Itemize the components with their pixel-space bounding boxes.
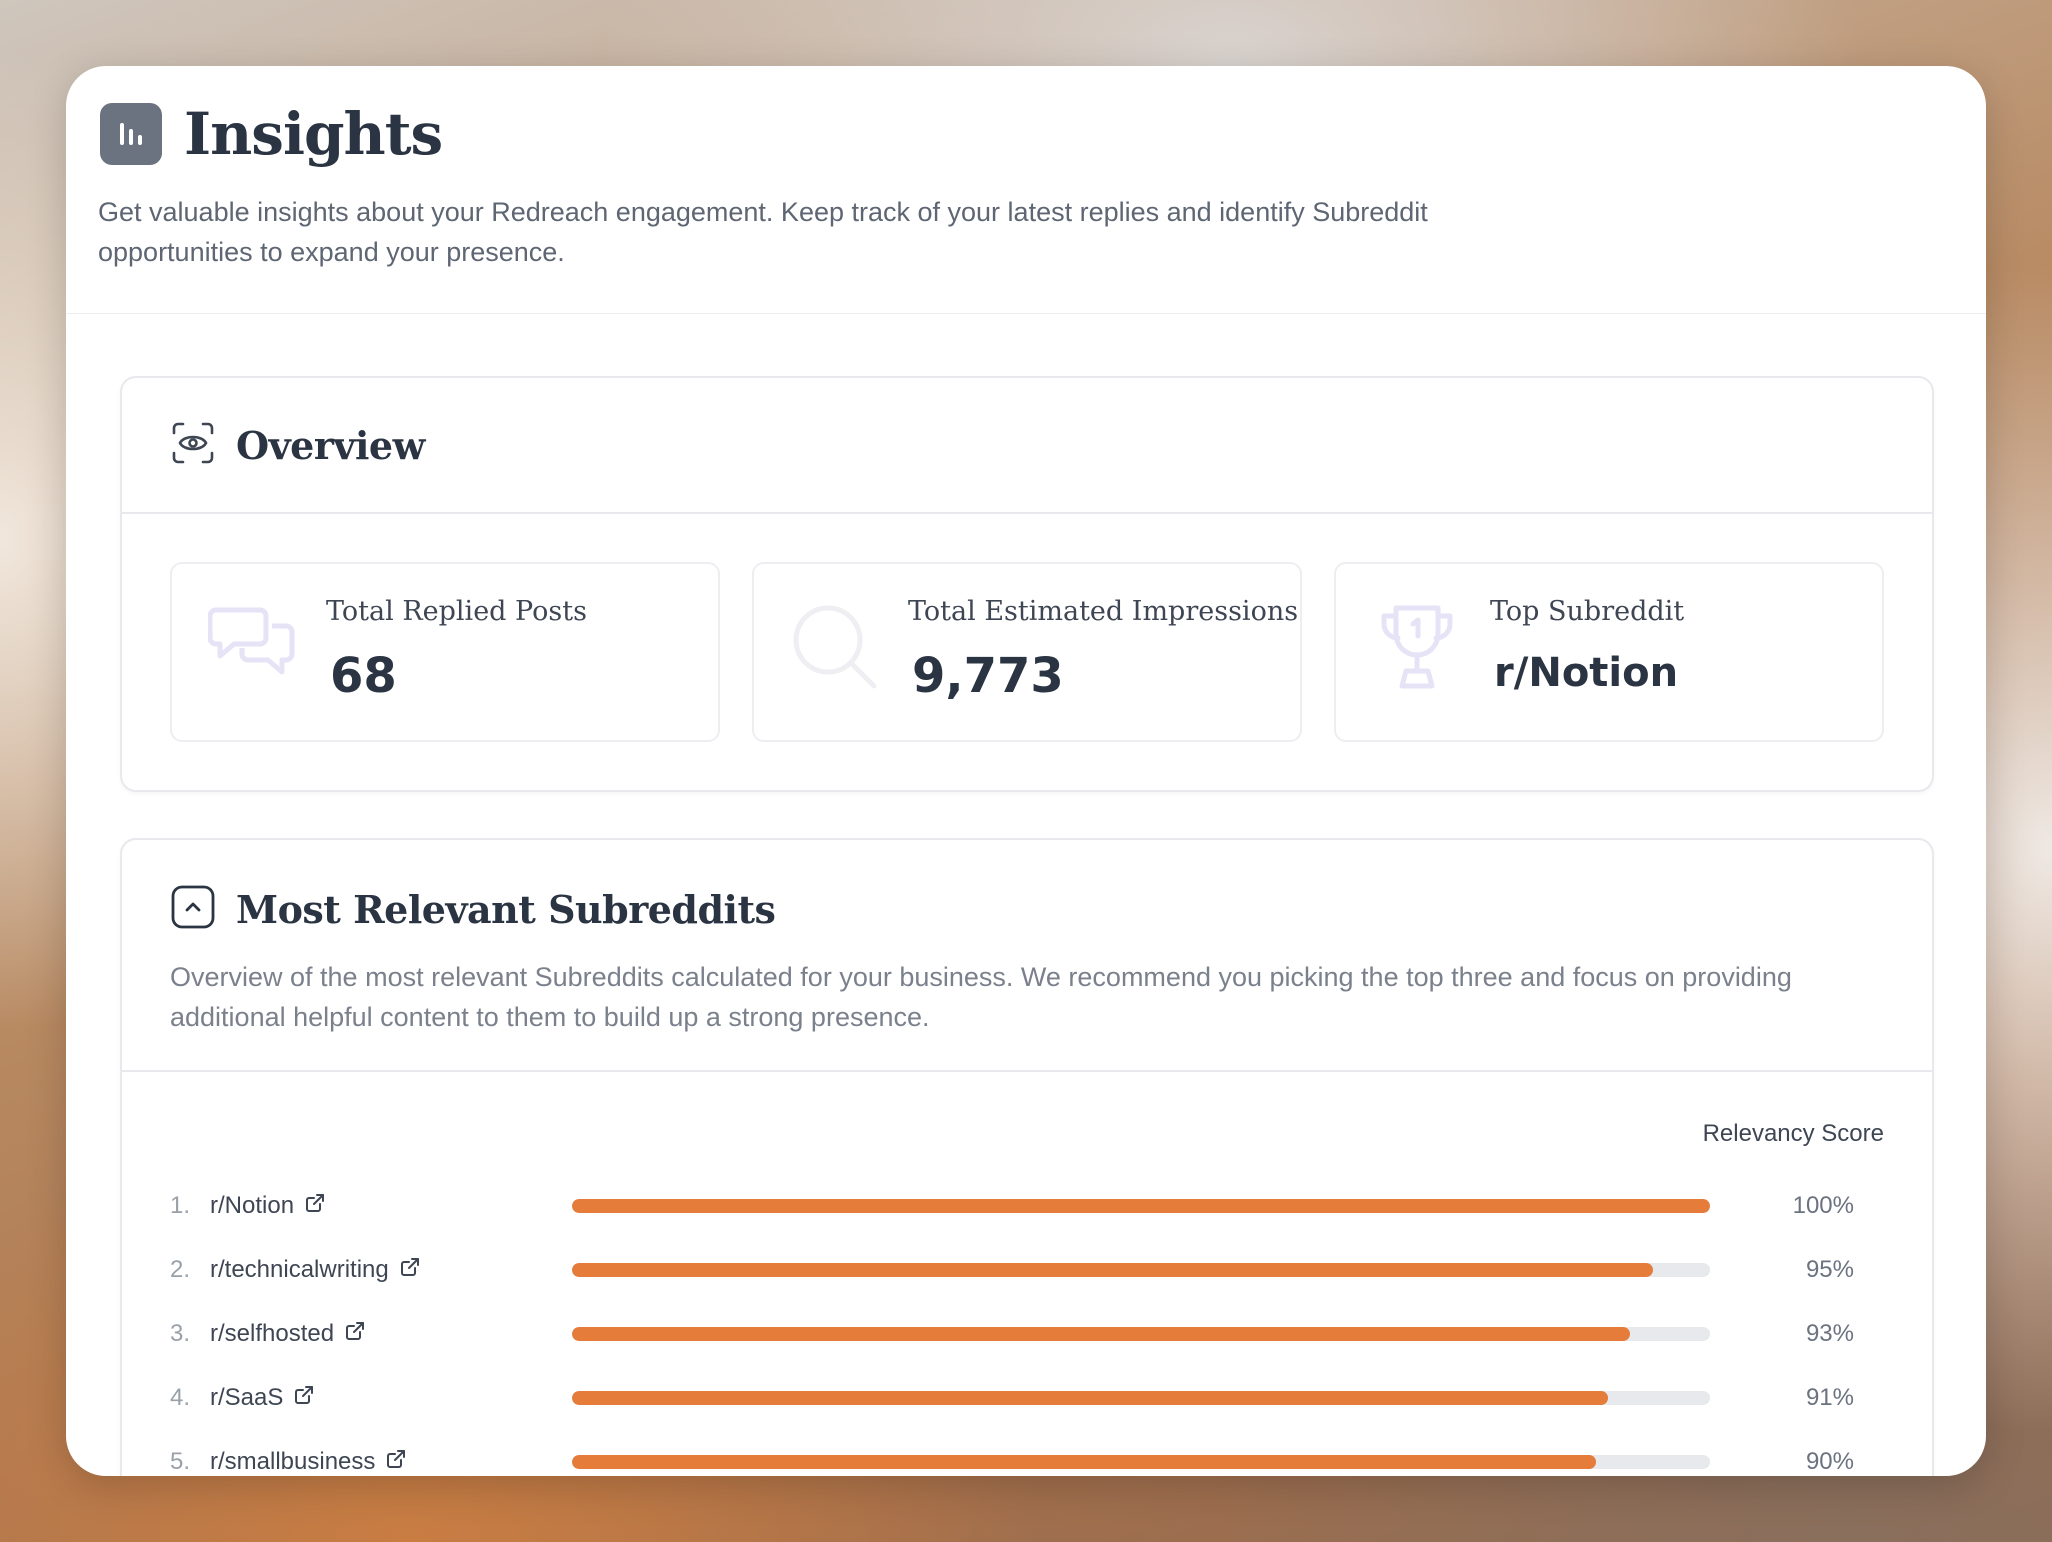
relevant-subreddits-section: Most Relevant Subreddits Overview of the… [120, 838, 1934, 1476]
relevancy-score: 95% [1805, 1256, 1854, 1283]
external-link-icon[interactable] [304, 1192, 326, 1221]
relevancy-bar-fill [572, 1327, 1631, 1341]
relevancy-bar-track [572, 1455, 1710, 1469]
relevant-header: Most Relevant Subreddits [122, 840, 1932, 935]
relevant-header-block: Most Relevant Subreddits Overview of the… [122, 840, 1932, 1072]
stat-card-impressions: Total Estimated Impressions 9,773 [752, 562, 1302, 742]
relevancy-bar-fill [572, 1199, 1710, 1213]
subreddit-name: r/selfhosted [210, 1320, 335, 1347]
relevancy-bar-fill [572, 1263, 1654, 1277]
external-link-icon[interactable] [385, 1448, 407, 1477]
external-link-icon[interactable] [399, 1256, 421, 1285]
stat-card-replied-posts: Total Replied Posts 68 [170, 562, 720, 742]
subreddit-name: r/SaaS [210, 1384, 284, 1411]
subreddit-link[interactable]: r/Notion [210, 1192, 326, 1221]
chevron-up-square-icon[interactable] [170, 884, 216, 935]
subreddit-rank: 4. [170, 1384, 191, 1411]
subreddit-row: 1. r/Notion 100% [122, 1174, 1932, 1238]
stat-value: r/Notion [1494, 650, 1679, 696]
relevancy-score: 100% [1792, 1192, 1854, 1219]
subreddit-list: 1. r/Notion 100% 2. r/technicalwriting 9… [122, 1174, 1932, 1476]
subreddit-rank: 3. [170, 1320, 191, 1347]
subreddit-link[interactable]: r/SaaS [210, 1384, 315, 1413]
relevancy-bar-track [572, 1391, 1710, 1405]
subreddit-rank: 2. [170, 1256, 191, 1283]
subreddit-rank: 5. [170, 1448, 191, 1475]
relevancy-score: 93% [1805, 1320, 1854, 1347]
search-icon [790, 602, 880, 697]
relevancy-score: 90% [1805, 1448, 1854, 1475]
page-title: Insights [184, 100, 443, 168]
relevancy-bar-track [572, 1199, 1710, 1213]
overview-section: Overview Total Replied Posts 68 Total Es… [120, 376, 1934, 792]
title-row: Insights [98, 100, 1954, 168]
relevancy-score: 91% [1805, 1384, 1854, 1411]
relevancy-bar-fill [572, 1455, 1597, 1469]
subreddit-link[interactable]: r/selfhosted [210, 1320, 366, 1349]
relevant-description: Overview of the most relevant Subreddits… [170, 962, 1792, 1032]
bar-chart-icon [100, 103, 162, 165]
relevancy-bar-track [572, 1327, 1710, 1341]
trophy-icon [1372, 602, 1462, 697]
subreddit-link[interactable]: r/technicalwriting [210, 1256, 421, 1285]
chat-bubbles-icon [207, 602, 298, 691]
overview-header: Overview [122, 378, 1932, 514]
subreddit-row: 3. r/selfhosted 93% [122, 1302, 1932, 1366]
subreddit-name: r/smallbusiness [210, 1448, 376, 1475]
subreddit-link[interactable]: r/smallbusiness [210, 1448, 407, 1477]
insights-card: Insights Get valuable insights about you… [66, 66, 1986, 1476]
relevant-title: Most Relevant Subreddits [236, 887, 776, 932]
stat-label: Total Replied Posts [326, 596, 587, 627]
stat-value: 9,773 [912, 648, 1064, 704]
stat-value: 68 [330, 648, 397, 704]
stat-label: Top Subreddit [1490, 596, 1685, 627]
subreddit-row: 2. r/technicalwriting 95% [122, 1238, 1932, 1302]
relevancy-bar-fill [572, 1391, 1608, 1405]
page-header: Insights Get valuable insights about you… [66, 66, 1986, 314]
stats-row: Total Replied Posts 68 Total Estimated I… [122, 514, 1932, 742]
page-description: Get valuable insights about your Redreac… [98, 197, 1428, 267]
relevancy-bar-track [572, 1263, 1710, 1277]
external-link-icon[interactable] [344, 1320, 366, 1349]
subreddit-rank: 1. [170, 1192, 191, 1219]
eye-scan-icon [170, 420, 216, 471]
subreddit-row: 5. r/smallbusiness 90% [122, 1430, 1932, 1476]
stat-label: Total Estimated Impressions [908, 596, 1299, 627]
stat-card-top-subreddit: Top Subreddit r/Notion [1334, 562, 1884, 742]
external-link-icon[interactable] [293, 1384, 315, 1413]
relevancy-score-header: Relevancy Score [1702, 1120, 1884, 1147]
subreddit-name: r/Notion [210, 1192, 295, 1219]
subreddit-row: 4. r/SaaS 91% [122, 1366, 1932, 1430]
overview-title: Overview [236, 422, 425, 468]
subreddit-name: r/technicalwriting [210, 1256, 389, 1283]
